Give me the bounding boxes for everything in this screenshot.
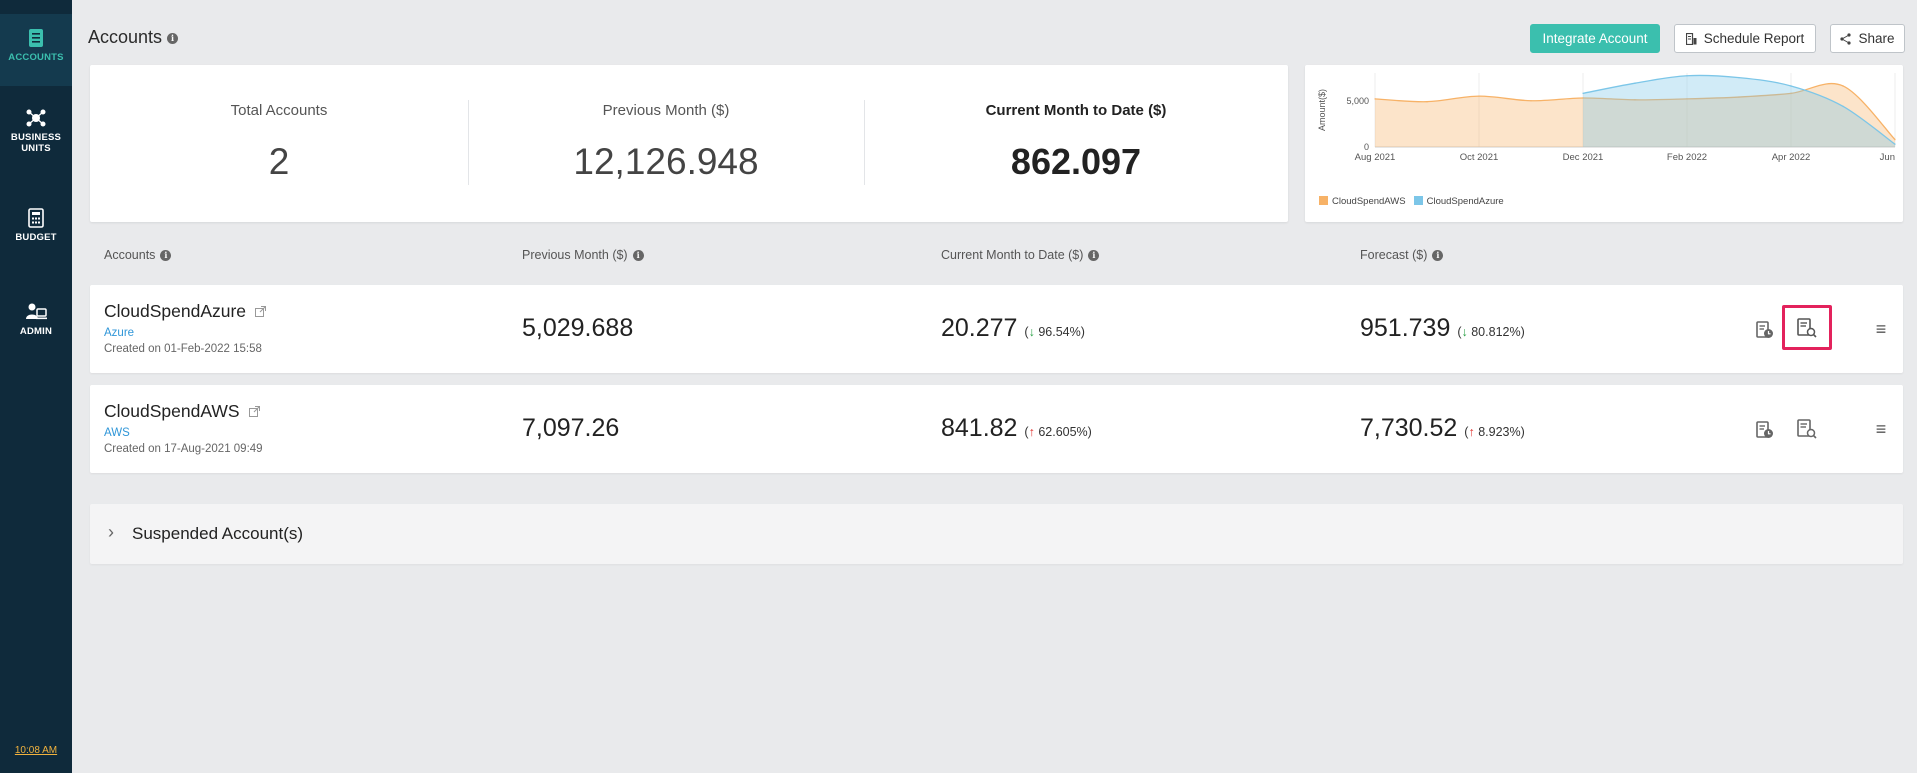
page-title: Accounts i	[88, 27, 179, 48]
x-tick-label: Oct 2021	[1460, 152, 1499, 163]
sidebar-time[interactable]: 10:08 AM	[0, 745, 72, 756]
cost-analysis-button[interactable]	[1782, 305, 1832, 350]
account-created: Created on 01-Feb-2022 15:58	[104, 343, 262, 355]
account-type[interactable]: Azure	[104, 327, 134, 339]
info-icon[interactable]: i	[1432, 249, 1444, 261]
cost-details-button[interactable]	[1752, 317, 1778, 343]
col-header-accounts: Accounts i	[104, 248, 172, 262]
account-type[interactable]: AWS	[104, 427, 130, 439]
legend-item-aws[interactable]: CloudSpendAWS	[1319, 196, 1406, 207]
share-button[interactable]: Share	[1830, 24, 1905, 53]
cost-trend-chart: 0 5,000 Aug 2021 Oct 2021 Dec 2021 Feb 2022 Ap…	[1305, 65, 1903, 222]
nav-business-units[interactable]: BUSINESS UNITS	[0, 108, 72, 168]
forecast-cell: 7,730.52 (↑ 8.923%)	[1360, 414, 1525, 442]
nav-budget[interactable]: BUDGET	[0, 208, 72, 256]
row-menu-icon[interactable]: ≡	[1869, 317, 1893, 341]
sidebar: ACCOUNTS BUSINESS UNITS BUDGET ADMIN 10:…	[0, 0, 72, 773]
chart-legend: CloudSpendAWS CloudSpendAzure	[1319, 196, 1504, 207]
account-row: CloudSpendAWS AWS Created on 17-Aug-2021…	[90, 385, 1903, 473]
legend-item-azure[interactable]: CloudSpendAzure	[1413, 196, 1504, 207]
change-badge: (↓ 96.54%)	[1024, 325, 1085, 339]
current-month-cell: 841.82 (↑ 62.605%)	[941, 414, 1092, 442]
x-tick-label: Feb 2022	[1667, 152, 1707, 163]
data-point	[1426, 100, 1428, 103]
external-link-icon[interactable]	[248, 406, 260, 417]
data-point	[1478, 95, 1480, 97]
change-badge: (↑ 8.923%)	[1464, 425, 1525, 439]
accounts-icon	[29, 29, 43, 47]
row-menu-icon[interactable]: ≡	[1869, 417, 1893, 441]
data-point	[1842, 105, 1844, 108]
arrow-down-icon: ↓	[1461, 325, 1468, 339]
account-name[interactable]: CloudSpendAzure	[104, 301, 246, 322]
external-link-icon[interactable]	[255, 306, 267, 317]
stat-total-accounts: Total Accounts 2	[230, 102, 328, 182]
report-search-icon	[1797, 317, 1817, 338]
data-point	[1790, 85, 1792, 87]
account-created: Created on 17-Aug-2021 09:49	[104, 443, 263, 455]
integrate-account-button[interactable]: Integrate Account	[1530, 24, 1660, 53]
chevron-right-icon: ›	[108, 522, 114, 542]
schedule-report-button[interactable]: Schedule Report	[1674, 24, 1816, 53]
data-point	[1582, 92, 1584, 95]
invoice-clock-icon	[1756, 321, 1773, 338]
data-point	[1894, 138, 1896, 141]
y-tick-label: 0	[1364, 142, 1369, 152]
data-point	[1738, 76, 1740, 79]
arrow-up-icon: ↑	[1028, 425, 1035, 439]
account-row: CloudSpendAzure Azure Created on 01-Feb-…	[90, 285, 1903, 373]
data-point	[1686, 74, 1688, 77]
data-point	[1842, 85, 1844, 87]
info-icon[interactable]: i	[1088, 249, 1100, 261]
report-icon	[1685, 32, 1697, 45]
arrow-up-icon: ↑	[1468, 425, 1475, 439]
stat-previous-month: Previous Month ($) 12,126.948	[573, 102, 759, 182]
calculator-icon	[28, 208, 44, 228]
cost-analysis-button[interactable]	[1790, 414, 1824, 444]
arrow-down-icon: ↓	[1028, 325, 1035, 339]
data-point	[1894, 143, 1896, 146]
data-point	[1634, 82, 1636, 84]
x-tick-label: Jun	[1880, 152, 1895, 163]
info-icon[interactable]: i	[167, 32, 179, 44]
stat-current-month: Current Month to Date ($) 862.097	[985, 102, 1167, 182]
series-area-1	[1583, 75, 1895, 147]
network-icon	[26, 109, 46, 127]
cost-details-button[interactable]	[1752, 417, 1778, 443]
y-axis-label: Amount($)	[1317, 89, 1327, 131]
x-tick-label: Apr 2022	[1772, 152, 1811, 163]
invoice-clock-icon	[1756, 421, 1773, 438]
col-header-current-month: Current Month to Date ($) i	[941, 248, 1100, 262]
col-header-forecast: Forecast ($) i	[1360, 248, 1444, 262]
x-tick-label: Dec 2021	[1563, 152, 1604, 163]
info-icon[interactable]: i	[632, 249, 644, 261]
previous-month-value: 7,097.26	[522, 414, 620, 442]
suspended-accounts-toggle[interactable]: › Suspended Account(s)	[90, 504, 1903, 564]
col-header-previous-month: Previous Month ($) i	[522, 248, 644, 262]
admin-icon	[26, 303, 47, 320]
summary-card: Total Accounts 2 Previous Month ($) 12,1…	[90, 65, 1288, 222]
info-icon[interactable]: i	[160, 249, 172, 261]
x-tick-label: Aug 2021	[1355, 152, 1396, 163]
y-tick-label: 5,000	[1346, 96, 1369, 106]
forecast-cell: 951.739 (↓ 80.812%)	[1360, 314, 1525, 342]
nav-admin[interactable]: ADMIN	[0, 302, 72, 350]
current-month-cell: 20.277 (↓ 96.54%)	[941, 314, 1085, 342]
previous-month-value: 5,029.688	[522, 314, 634, 342]
nav-accounts[interactable]: ACCOUNTS	[0, 14, 72, 86]
share-icon	[1840, 32, 1852, 45]
change-badge: (↑ 62.605%)	[1024, 425, 1092, 439]
data-point	[1374, 98, 1376, 100]
account-name[interactable]: CloudSpendAWS	[104, 401, 240, 422]
report-search-icon	[1797, 419, 1817, 439]
data-point	[1530, 99, 1532, 102]
change-badge: (↓ 80.812%)	[1457, 325, 1525, 339]
